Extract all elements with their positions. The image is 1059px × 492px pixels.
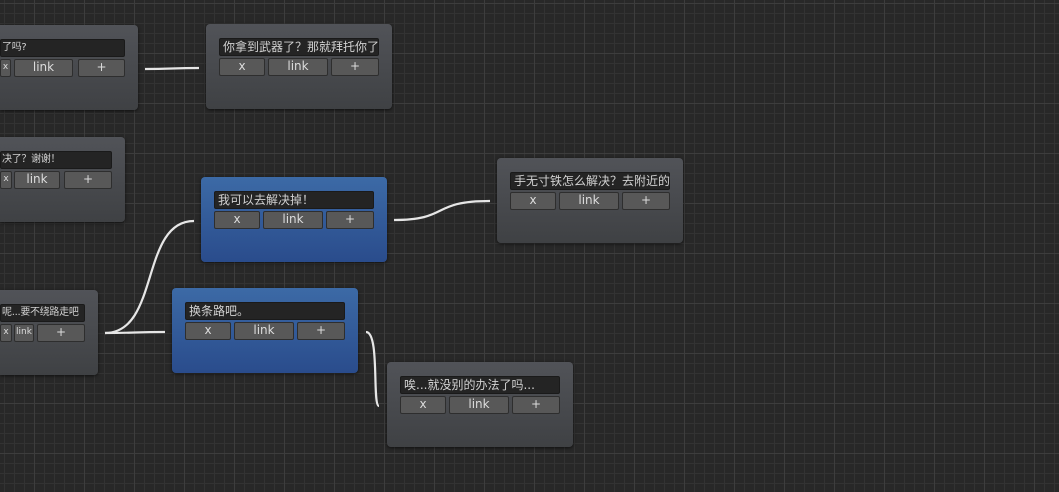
delete-node-button[interactable]: x	[214, 211, 260, 229]
add-node-button[interactable]: +	[326, 211, 374, 229]
link-node-button[interactable]: link	[268, 58, 328, 76]
add-node-button[interactable]: +	[297, 322, 345, 340]
add-node-button[interactable]: +	[37, 324, 85, 342]
dialogue-node-n3[interactable]: 决了？谢谢！ x link +	[0, 137, 125, 222]
dialogue-node-n5[interactable]: 手无寸铁怎么解决？去附近的 x link +	[497, 158, 683, 243]
delete-node-button[interactable]: x	[219, 58, 265, 76]
node-text-input[interactable]: 换条路吧。	[185, 302, 345, 320]
wire-n1-n2	[144, 66, 200, 71]
dialogue-node-n8[interactable]: 唉...就没别的办法了吗... x link +	[387, 362, 573, 447]
dialogue-node-n6[interactable]: 呢...要不绕路走吧 x link +	[0, 290, 98, 375]
delete-node-button[interactable]: x	[0, 171, 12, 189]
node-text-input[interactable]: 我可以去解决掉！	[214, 191, 374, 209]
dialogue-node-n7[interactable]: 换条路吧。 x link +	[172, 288, 358, 373]
add-node-button[interactable]: +	[331, 58, 379, 76]
wire-n7-n8	[365, 330, 381, 408]
delete-node-button[interactable]: x	[400, 396, 446, 414]
link-node-button[interactable]: link	[263, 211, 323, 229]
add-node-button[interactable]: +	[512, 396, 560, 414]
node-text-input[interactable]: 手无寸铁怎么解决？去附近的	[510, 172, 670, 190]
link-node-button[interactable]: link	[14, 171, 60, 189]
delete-node-button[interactable]: x	[185, 322, 231, 340]
delete-node-button[interactable]: x	[510, 192, 556, 210]
delete-node-button[interactable]: x	[0, 59, 11, 77]
add-node-button[interactable]: +	[622, 192, 670, 210]
link-node-button[interactable]: link	[559, 192, 619, 210]
node-text-input[interactable]: 你拿到武器了？那就拜托你了	[219, 38, 379, 56]
node-text-input[interactable]: 呢...要不绕路走吧	[0, 304, 85, 322]
node-text-input[interactable]: 决了？谢谢！	[0, 151, 112, 169]
node-text-input[interactable]: 了吗?	[0, 39, 125, 57]
link-node-button[interactable]: link	[14, 59, 73, 77]
add-node-button[interactable]: +	[78, 59, 125, 77]
wire-n4-n5	[393, 199, 491, 222]
delete-node-button[interactable]: x	[0, 324, 12, 342]
link-node-button[interactable]: link	[449, 396, 509, 414]
dialogue-node-n2[interactable]: 你拿到武器了？那就拜托你了 x link +	[206, 24, 392, 109]
link-node-button[interactable]: link	[14, 324, 34, 342]
add-node-button[interactable]: +	[64, 171, 112, 189]
node-text-input[interactable]: 唉...就没别的办法了吗...	[400, 376, 560, 394]
dialogue-node-n1[interactable]: 了吗? x link +	[0, 25, 138, 110]
wire-n6-n7	[104, 330, 166, 335]
link-node-button[interactable]: link	[234, 322, 294, 340]
dialogue-node-n4[interactable]: 我可以去解决掉！ x link +	[201, 177, 387, 262]
